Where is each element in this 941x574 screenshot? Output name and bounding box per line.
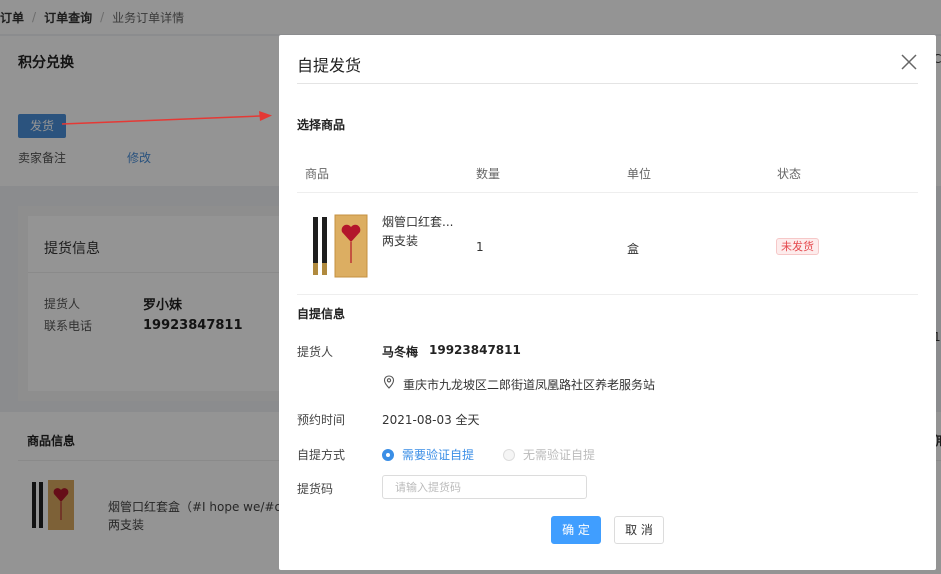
radio-verify-pickup[interactable]: 需要验证自提 bbox=[382, 446, 474, 463]
cancel-button[interactable]: 取 消 bbox=[614, 516, 664, 544]
annotation-arrow bbox=[61, 111, 272, 125]
location-pin-icon bbox=[383, 375, 395, 389]
status-badge: 未发货 bbox=[776, 238, 819, 255]
self-pickup-ship-dialog: 自提发货 选择商品 商品 数量 单位 状态 烟管口红套... 两支装 1 盒 未… bbox=[279, 35, 936, 570]
confirm-button[interactable]: 确 定 bbox=[551, 516, 601, 544]
picker-phone: 19923847811 bbox=[429, 343, 521, 357]
radio-dot[interactable] bbox=[382, 448, 394, 461]
column-header-goods: 商品 bbox=[305, 167, 330, 181]
column-header-quantity: 数量 bbox=[476, 167, 501, 181]
column-header-unit: 单位 bbox=[627, 167, 652, 181]
appointment-label: 预约时间 bbox=[297, 413, 346, 427]
pickup-info-title: 自提信息 bbox=[297, 307, 346, 321]
picker-name: 马冬梅 bbox=[382, 345, 419, 359]
pickup-code-input[interactable] bbox=[382, 475, 587, 499]
product-name: 烟管口红套... bbox=[382, 215, 454, 229]
picker-label: 提货人 bbox=[297, 345, 334, 359]
radio-label[interactable]: 需要验证自提 bbox=[402, 446, 474, 463]
pickup-method-label: 自提方式 bbox=[297, 448, 346, 462]
divider bbox=[297, 294, 918, 295]
product-spec: 两支装 bbox=[382, 234, 419, 248]
radio-no-verify-pickup: 无需验证自提 bbox=[503, 446, 595, 463]
product-unit: 盒 bbox=[627, 242, 640, 256]
column-header-status: 状态 bbox=[777, 167, 802, 181]
close-icon[interactable] bbox=[898, 51, 920, 73]
divider bbox=[297, 83, 918, 84]
radio-label: 无需验证自提 bbox=[523, 448, 596, 462]
appointment-value: 2021-08-03 全天 bbox=[382, 413, 480, 427]
divider bbox=[297, 192, 918, 193]
radio-dot bbox=[503, 448, 515, 461]
product-thumbnail bbox=[313, 214, 368, 278]
dialog-title: 自提发货 bbox=[297, 56, 362, 75]
product-quantity: 1 bbox=[476, 240, 484, 254]
pickup-address: 重庆市九龙坡区二郎街道凤凰路社区养老服务站 bbox=[403, 378, 656, 392]
select-goods-title: 选择商品 bbox=[297, 118, 346, 132]
pickup-code-label: 提货码 bbox=[297, 482, 334, 496]
